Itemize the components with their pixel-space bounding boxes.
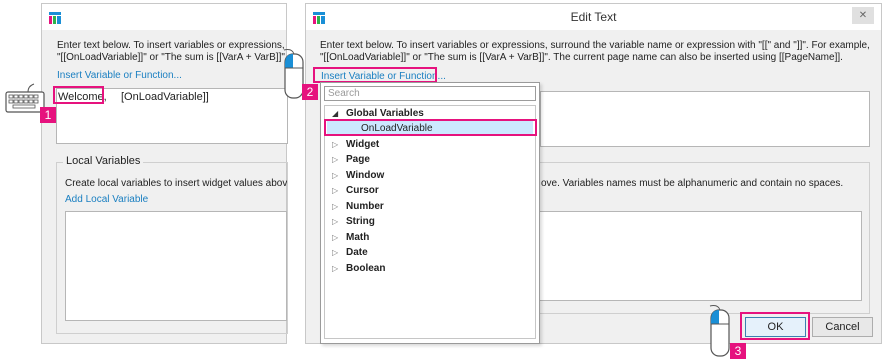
local-variables-description-tail: ove. Variables names must be alphanumeri… <box>541 178 844 189</box>
dialog-title: Edit Text <box>570 10 617 24</box>
welcome-highlight <box>53 86 104 104</box>
local-variables-list[interactable] <box>65 211 287 321</box>
instructions-line1: Enter text below. To insert variables or… <box>57 40 285 51</box>
dialog-titlebar: Edit Text ✕ <box>306 4 881 30</box>
local-variables-title: Local Variables <box>63 155 144 167</box>
left-edit-text-dialog: Enter text below. To insert variables or… <box>41 3 288 344</box>
text-editor[interactable] <box>540 91 870 147</box>
tree-group-label: Boolean <box>346 263 386 274</box>
close-button[interactable]: ✕ <box>852 7 874 24</box>
collapsed-arrow-icon: ▷ <box>332 155 339 164</box>
ok-button-highlight <box>740 312 810 340</box>
local-variables-description: Create local variables to insert widget … <box>65 178 287 189</box>
search-placeholder: Search <box>328 88 360 99</box>
onloadvariable-highlight <box>324 119 537 136</box>
cancel-button[interactable]: Cancel <box>812 317 873 337</box>
tree-group-label: Window <box>346 170 385 181</box>
step-badge-3: 3 <box>730 343 746 359</box>
tree-group-label: Math <box>346 232 370 243</box>
collapsed-arrow-icon: ▷ <box>332 248 339 257</box>
instructions-line2: "[[OnLoadVariable]]" or "The sum is [[Va… <box>57 52 287 63</box>
tree-group-label: String <box>346 216 375 227</box>
collapsed-arrow-icon: ▷ <box>332 171 339 180</box>
step-badge-1: 1 <box>40 107 56 123</box>
insert-link-highlight <box>313 67 437 83</box>
add-local-variable-link[interactable]: Add Local Variable <box>65 194 148 205</box>
instructions-line2: "[[OnLoadVariable]]" or "The sum is [[Va… <box>320 52 843 63</box>
collapsed-arrow-icon: ▷ <box>332 202 339 211</box>
collapsed-arrow-icon: ▷ <box>332 186 339 195</box>
insert-variable-link[interactable]: Insert Variable or Function... <box>57 70 182 81</box>
tree-group-label: Number <box>346 201 384 212</box>
tree-group-label: Date <box>346 247 368 258</box>
search-input[interactable]: Search <box>324 86 536 101</box>
local-variables-group: Local Variables Create local variables t… <box>56 155 288 334</box>
collapsed-arrow-icon: ▷ <box>332 217 339 226</box>
step-badge-2: 2 <box>302 84 318 100</box>
instructions-line1: Enter text below. To insert variables or… <box>320 40 870 51</box>
variable-tree: ◢ Global Variables OnLoadVariable ▷ Widg… <box>324 105 536 339</box>
tree-group-label: Page <box>346 154 370 165</box>
tree-group-label: Cursor <box>346 185 379 196</box>
collapsed-arrow-icon: ▷ <box>332 233 339 242</box>
left-dialog-titlebar <box>42 4 286 30</box>
mouse-icon <box>706 302 732 363</box>
local-variables-group: ove. Variables names must be alphanumeri… <box>540 162 870 314</box>
editor-text-variable: [OnLoadVariable]] <box>121 91 209 103</box>
close-icon: ✕ <box>858 10 868 21</box>
tree-group-label: Widget <box>346 139 380 150</box>
local-variables-list[interactable] <box>540 211 862 301</box>
collapsed-arrow-icon: ▷ <box>332 264 339 273</box>
collapsed-arrow-icon: ▷ <box>332 140 339 149</box>
app-logo-icon <box>49 12 61 24</box>
